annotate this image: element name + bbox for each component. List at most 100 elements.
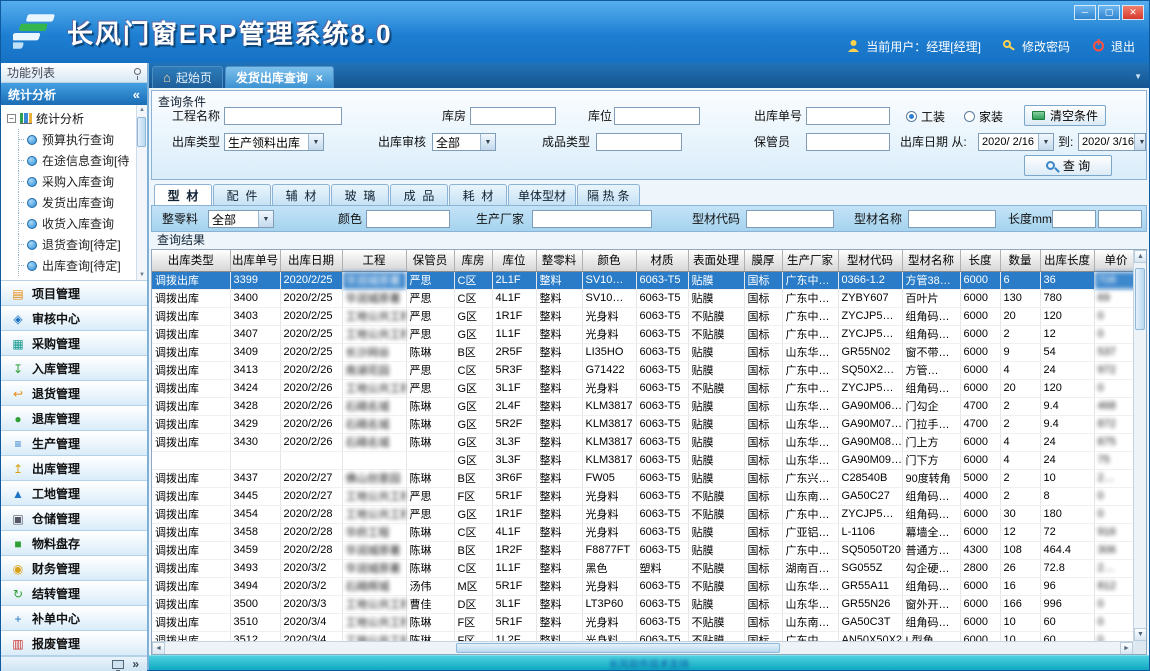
table-cell[interactable]: 汤伟 xyxy=(406,577,454,595)
tree-item[interactable]: 退货查询[待定] xyxy=(7,234,135,255)
table-cell[interactable]: 广东中… xyxy=(782,379,838,397)
column-header[interactable]: 整零料 xyxy=(536,250,582,271)
table-cell[interactable]: 调拨出库 xyxy=(152,343,230,361)
column-header[interactable]: 库位 xyxy=(492,250,536,271)
table-cell[interactable]: 1R1F xyxy=(492,505,536,523)
table-cell[interactable]: 陈琳 xyxy=(406,559,454,577)
table-cell[interactable]: 72 xyxy=(1040,523,1094,541)
table-cell[interactable]: 0 xyxy=(1094,613,1138,631)
table-cell[interactable]: 2800 xyxy=(960,559,1000,577)
table-cell[interactable]: 光身料 xyxy=(582,523,636,541)
table-cell[interactable]: 山东华… xyxy=(782,343,838,361)
table-cell[interactable]: 2020/2/28 xyxy=(280,523,342,541)
table-cell[interactable]: 调拨出库 xyxy=(152,325,230,343)
table-cell[interactable]: 佛山创意园 xyxy=(342,469,406,487)
table-cell[interactable]: 8 xyxy=(1040,487,1094,505)
table-cell[interactable]: 贴膜 xyxy=(688,289,744,307)
table-cell[interactable]: 180 xyxy=(1040,505,1094,523)
table-cell[interactable]: 4700 xyxy=(960,397,1000,415)
table-cell[interactable]: D区 xyxy=(454,595,492,613)
table-cell[interactable]: 2020/3/2 xyxy=(280,577,342,595)
table-cell[interactable]: 华润城原著 xyxy=(342,559,406,577)
table-cell[interactable]: SV10… xyxy=(582,271,636,289)
table-cell[interactable]: GR55A11 xyxy=(838,577,902,595)
table-cell[interactable]: 调拨出库 xyxy=(152,487,230,505)
table-cell[interactable]: 组角码… xyxy=(902,307,960,325)
material-tab[interactable]: 隔 热 条 xyxy=(577,184,640,205)
table-cell[interactable]: 普通方… xyxy=(902,541,960,559)
table-cell[interactable]: SQ5050T20 xyxy=(838,541,902,559)
table-cell[interactable]: 6000 xyxy=(960,307,1000,325)
tree-root[interactable]: − 统计分析 xyxy=(7,108,135,129)
radio-home[interactable]: 家装 xyxy=(964,108,1003,124)
table-cell[interactable]: B区 xyxy=(454,343,492,361)
tab-list-dropdown-icon[interactable]: ▼ xyxy=(1134,72,1142,81)
table-cell[interactable]: 996 xyxy=(1040,595,1094,613)
table-cell[interactable]: M区 xyxy=(454,577,492,595)
table-cell[interactable]: 6063-T5 xyxy=(636,325,688,343)
table-cell[interactable]: 0 xyxy=(1094,307,1138,325)
table-cell[interactable] xyxy=(280,451,342,469)
table-cell[interactable]: 3510 xyxy=(230,613,280,631)
table-cell[interactable]: 780 xyxy=(1040,289,1094,307)
table-row[interactable]: 调拨出库34302020/2/26石碣名城陈琳G区3L3F整料KLM381760… xyxy=(152,433,1147,451)
column-header[interactable]: 生产厂家 xyxy=(782,250,838,271)
sidebar-module[interactable]: + 补单中心 xyxy=(1,606,147,631)
table-cell[interactable]: 石碣名城 xyxy=(342,433,406,451)
table-cell[interactable]: 3399 xyxy=(230,271,280,289)
table-cell[interactable]: 组角码… xyxy=(902,379,960,397)
table-cell[interactable]: 2020/2/25 xyxy=(280,343,342,361)
table-cell[interactable]: G区 xyxy=(454,325,492,343)
table-row[interactable]: 调拨出库34242020/2/26工地公共工程严思G区3L1F整料光身料6063… xyxy=(152,379,1147,397)
table-cell[interactable]: 2 xyxy=(1000,397,1040,415)
table-cell[interactable]: 12 xyxy=(1000,523,1040,541)
table-cell[interactable]: 0366-1.2 xyxy=(838,271,902,289)
sidebar-module[interactable]: ↩ 退货管理 xyxy=(1,381,147,406)
table-cell[interactable]: 166 xyxy=(1000,595,1040,613)
column-header[interactable]: 库房 xyxy=(454,250,492,271)
table-cell[interactable]: 6000 xyxy=(960,325,1000,343)
table-cell[interactable]: 贴膜 xyxy=(688,361,744,379)
tree-item[interactable]: 预算执行查询 xyxy=(7,129,135,150)
table-cell[interactable]: 6063-T5 xyxy=(636,343,688,361)
table-cell[interactable]: 0 xyxy=(1094,505,1138,523)
warehouse-input[interactable] xyxy=(470,107,556,125)
table-row[interactable]: 调拨出库34282020/2/26石碣名城陈琳G区2L4F整料KLM381760… xyxy=(152,397,1147,415)
table-cell[interactable]: 调拨出库 xyxy=(152,541,230,559)
table-cell[interactable]: 调拨出库 xyxy=(152,505,230,523)
table-cell[interactable]: ZYCJP5… xyxy=(838,505,902,523)
keeper-input[interactable] xyxy=(806,133,890,151)
table-cell[interactable]: 贴膜 xyxy=(688,343,744,361)
table-cell[interactable]: C区 xyxy=(454,271,492,289)
table-cell[interactable]: 537 xyxy=(1094,343,1138,361)
table-cell[interactable]: 贴膜 xyxy=(688,595,744,613)
column-header[interactable]: 保管员 xyxy=(406,250,454,271)
table-row[interactable]: 调拨出库34032020/2/25工地公共工程严思G区1R1F整料光身料6063… xyxy=(152,307,1147,325)
table-cell[interactable]: 国标 xyxy=(744,343,782,361)
table-cell[interactable]: 2020/2/27 xyxy=(280,469,342,487)
table-cell[interactable]: KLM3817 xyxy=(582,433,636,451)
table-cell[interactable]: 工地公共工程 xyxy=(342,307,406,325)
table-cell[interactable]: 整料 xyxy=(536,433,582,451)
table-cell[interactable]: 72.8 xyxy=(1040,559,1094,577)
table-cell[interactable] xyxy=(152,451,230,469)
table-cell[interactable]: 勾企硬… xyxy=(902,559,960,577)
profile-code-input[interactable] xyxy=(746,210,834,228)
table-cell[interactable]: 3428 xyxy=(230,397,280,415)
table-cell[interactable]: 6000 xyxy=(960,505,1000,523)
table-cell[interactable]: 9.4 xyxy=(1040,397,1094,415)
table-cell[interactable]: 6063-T5 xyxy=(636,487,688,505)
table-cell[interactable]: ZYCJP5… xyxy=(838,379,902,397)
table-cell[interactable]: LT3P60 xyxy=(582,595,636,613)
table-cell[interactable]: 1L1F xyxy=(492,325,536,343)
table-cell[interactable]: 6000 xyxy=(960,343,1000,361)
scroll-right-icon[interactable]: ► xyxy=(1120,642,1133,655)
table-cell[interactable]: 调拨出库 xyxy=(152,433,230,451)
sidebar-module[interactable]: ▥ 报废管理 xyxy=(1,631,147,656)
table-cell[interactable]: 光身料 xyxy=(582,307,636,325)
table-row[interactable]: 调拨出库34292020/2/26石碣名城陈琳G区5R2F整料KLM381760… xyxy=(152,415,1147,433)
table-cell[interactable]: 光身料 xyxy=(582,379,636,397)
table-cell[interactable]: 调拨出库 xyxy=(152,469,230,487)
column-header[interactable]: 单价 xyxy=(1094,250,1138,271)
table-cell[interactable]: 国标 xyxy=(744,433,782,451)
